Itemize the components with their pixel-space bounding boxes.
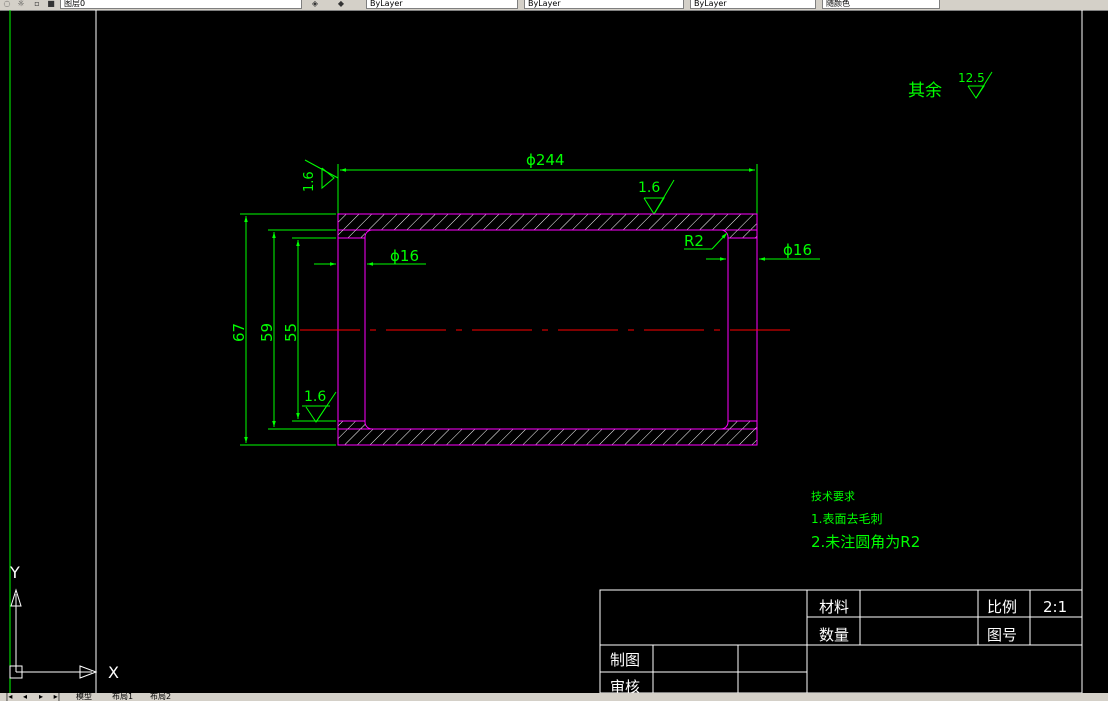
tb-checked-label: 审核 (610, 678, 640, 693)
dim-67-text: 67 (230, 323, 248, 342)
layer-previous-icon[interactable]: ◆ (336, 0, 346, 9)
title-block: 材料 比例 2:1 数量 图号 制图 审核 (599, 589, 1083, 693)
tech-req-item-1: 1.表面去毛刺 (811, 512, 882, 526)
layer-dropdown[interactable]: 图层0 (60, 0, 302, 9)
dimension-outer-diameter: ϕ244 (337, 151, 758, 214)
layout-tabs-bar: |◂ ◂ ▸ ▸| 模型 布局1 布局2 (0, 693, 1108, 701)
dim-fillet-text: R2 (684, 232, 704, 250)
ucs-x-label: X (108, 663, 119, 682)
drawing-frame (9, 10, 1083, 693)
tech-req-item-2: 2.未注圆角为R2 (811, 533, 920, 551)
roughness-remaining-note: 其余 12.5 (908, 71, 993, 101)
dim-left-step-text: ϕ16 (390, 247, 419, 265)
dim-55-text: 55 (282, 323, 300, 342)
sun-icon[interactable]: ☼ (16, 0, 26, 9)
nav-last-icon[interactable]: ▸| (52, 693, 62, 701)
lineweight-dropdown[interactable]: ByLayer (690, 0, 816, 9)
dim-59-text: 59 (258, 323, 276, 342)
dim-right-step-text: ϕ16 (783, 241, 812, 259)
dimension-fillet: R2 (684, 232, 728, 250)
technical-requirements: 技术要求 1.表面去毛刺 2.未注圆角为R2 (811, 490, 920, 551)
tech-req-title: 技术要求 (811, 490, 855, 503)
tb-drawn-label: 制图 (610, 651, 640, 669)
roughness-left-face: 1.6 (302, 159, 339, 192)
dimension-right-step: ϕ16 (706, 241, 820, 261)
ucs-y-label: Y (9, 563, 20, 582)
lock-icon[interactable]: ▫ (32, 0, 42, 9)
roughness-symbol-icon (305, 406, 327, 423)
tb-drawing-no-label: 图号 (987, 626, 1017, 644)
dim-outer-diameter-text: ϕ244 (526, 151, 565, 169)
cad-drawing-canvas[interactable]: 其余 12.5 ϕ244 1.6 1.6 R2 ϕ16 ϕ16 67 59 55… (0, 10, 1108, 693)
nav-next-icon[interactable]: ▸ (36, 693, 46, 701)
nav-prev-icon[interactable]: ◂ (20, 693, 30, 701)
tb-material-label: 材料 (819, 598, 849, 616)
tb-scale-value: 2:1 (1043, 598, 1067, 616)
roughness-symbol-icon (321, 167, 335, 190)
roughness-bore: 1.6 (302, 389, 337, 423)
tab-layout2[interactable]: 布局2 (150, 693, 171, 701)
color-dropdown[interactable]: ByLayer (366, 0, 518, 9)
roughness-value-global: 12.5 (958, 71, 985, 85)
roughness-bore-value: 1.6 (304, 389, 326, 405)
tb-quantity-label: 数量 (819, 626, 849, 644)
linetype-dropdown-label: ByLayer (528, 0, 561, 8)
roughness-left-value: 1.6 (302, 171, 317, 192)
nav-first-icon[interactable]: |◂ (4, 693, 14, 701)
tb-scale-label: 比例 (987, 598, 1017, 616)
roughness-top-value: 1.6 (638, 180, 660, 196)
layer-dropdown-label: 图层0 (64, 0, 86, 8)
color-icon[interactable]: ■ (46, 0, 56, 9)
dimension-left-step: ϕ16 (314, 247, 426, 266)
plotstyle-dropdown-label: 随颜色 (826, 0, 850, 8)
linetype-dropdown[interactable]: ByLayer (524, 0, 684, 9)
tab-layout1[interactable]: 布局1 (112, 693, 133, 701)
note-remaining-text: 其余 (908, 81, 942, 101)
bulb-icon[interactable]: ◌ (2, 0, 12, 9)
tab-model[interactable]: 模型 (76, 693, 92, 701)
lineweight-dropdown-label: ByLayer (694, 0, 727, 8)
layer-manager-icon[interactable]: ◈ (310, 0, 320, 9)
color-dropdown-label: ByLayer (370, 0, 403, 8)
plotstyle-dropdown[interactable]: 随颜色 (822, 0, 940, 9)
ucs-icon: Y X (9, 563, 119, 682)
roughness-symbol-icon (967, 85, 985, 99)
roughness-symbol-icon (643, 197, 665, 215)
roughness-top-surface: 1.6 (638, 179, 675, 215)
